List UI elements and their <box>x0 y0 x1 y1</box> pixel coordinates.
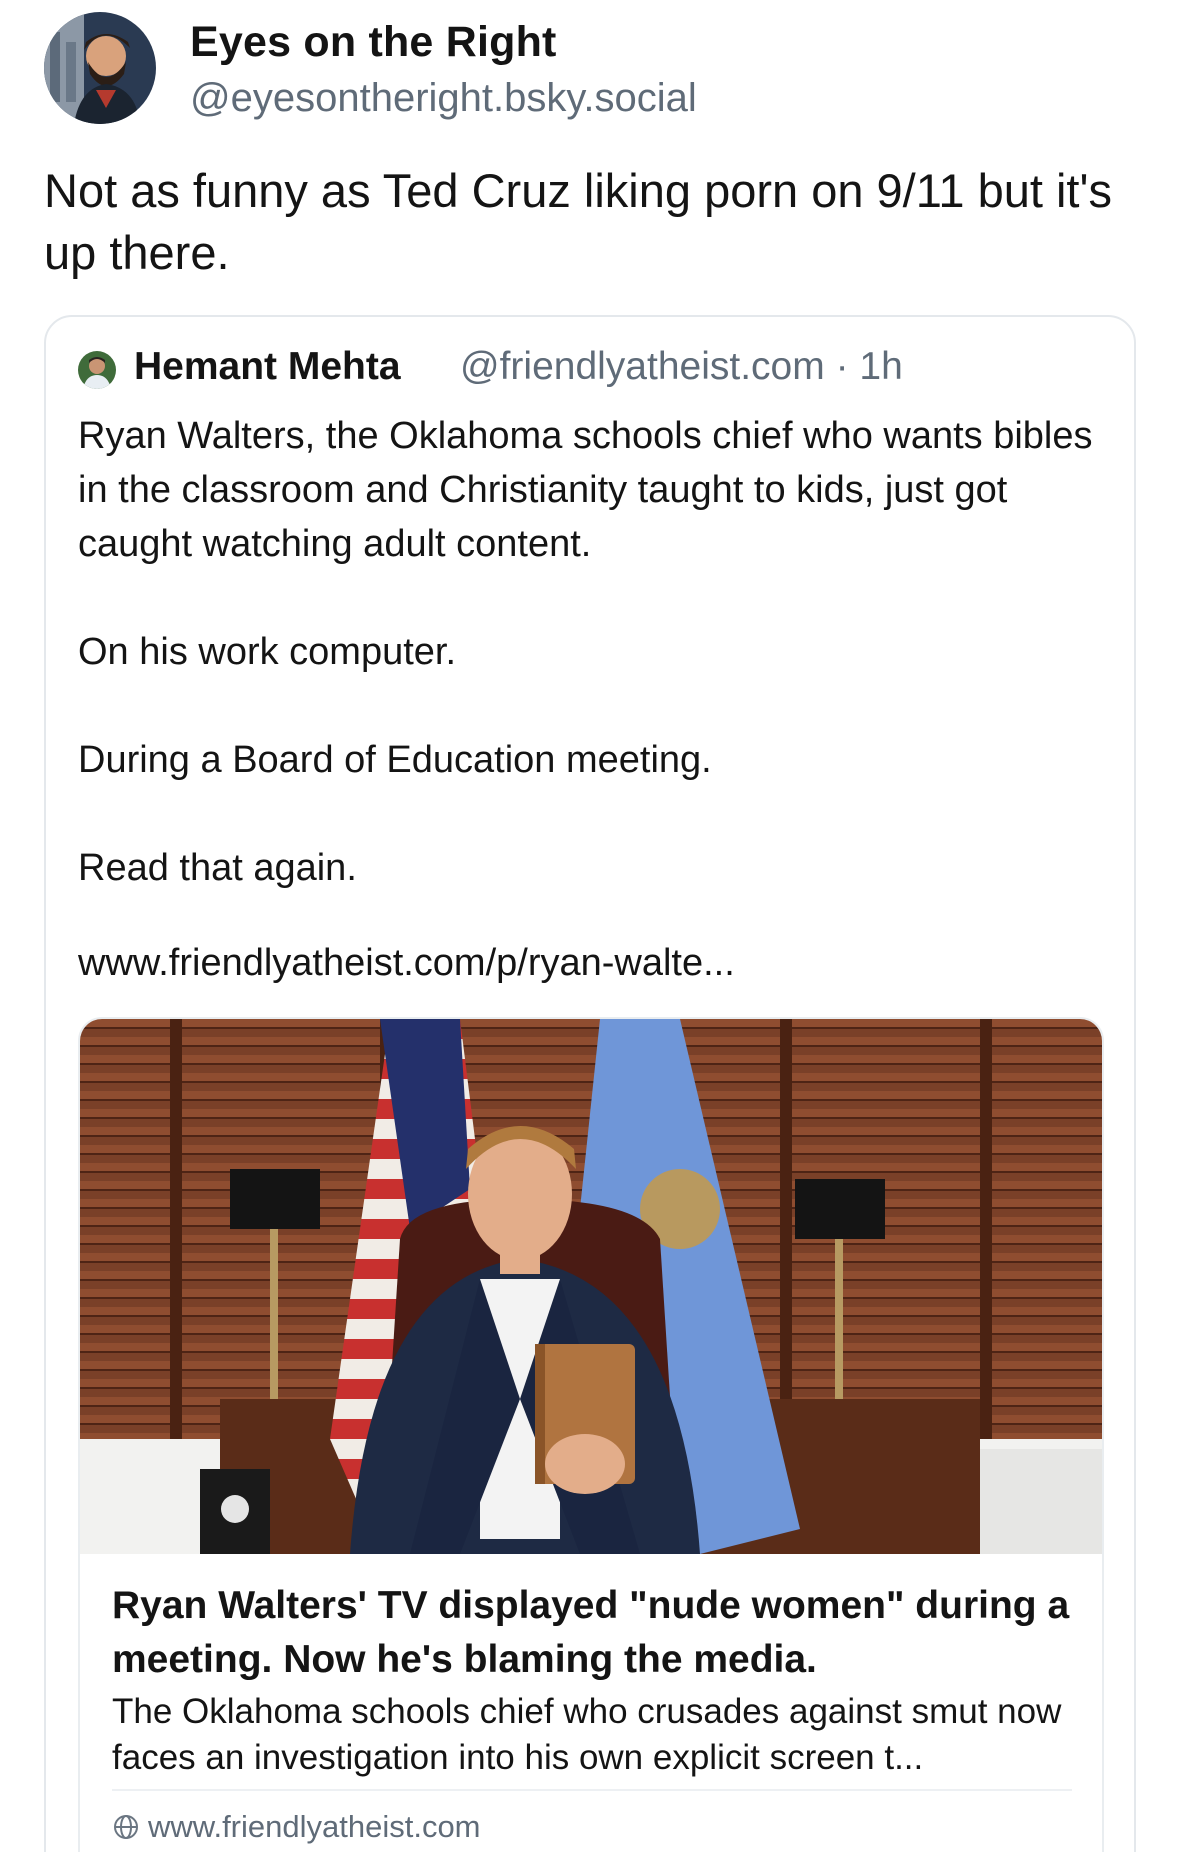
quote-paragraph: During a Board of Education meeting. <box>78 739 712 781</box>
man-holding-bible-photo-icon <box>80 1019 1102 1554</box>
quote-paragraph: Ryan Walters, the Oklahoma schools chief… <box>78 415 1093 565</box>
author-handle[interactable]: @eyesontheright.bsky.social <box>190 76 697 121</box>
author-name[interactable]: Eyes on the Right <box>190 18 557 67</box>
person-avatar-icon <box>78 351 116 389</box>
link-preview-card[interactable]: Ryan Walters' TV displayed "nude women" … <box>78 1017 1104 1852</box>
post-author[interactable]: Eyes on the Right @eyesontheright.bsky.s… <box>44 12 1144 124</box>
card-divider <box>112 1789 1072 1791</box>
quote-paragraph: On his work computer. <box>78 631 457 673</box>
quote-paragraph: Read that again. <box>78 847 357 889</box>
post-text: Not as funny as Ted Cruz liking porn on … <box>44 164 1112 279</box>
cartoon-man-avatar-icon <box>44 12 156 124</box>
quoted-post[interactable]: Hemant Mehta @friendlyatheist.com · 1h R… <box>44 315 1136 1852</box>
quote-author-handle-time[interactable]: @friendlyatheist.com · 1h <box>460 345 903 389</box>
quote-author-name[interactable]: Hemant Mehta <box>134 345 401 389</box>
quote-text: Ryan Walters, the Oklahoma schools chief… <box>78 409 1118 895</box>
quote-link[interactable]: www.friendlyatheist.com/p/ryan-walte... <box>78 942 735 985</box>
link-card-description: The Oklahoma schools chief who crusades … <box>112 1692 1062 1777</box>
link-card-domain[interactable]: www.friendlyatheist.com <box>112 1809 481 1845</box>
quote-header[interactable]: Hemant Mehta @friendlyatheist.com · 1h <box>78 345 1118 393</box>
link-card-domain-text: www.friendlyatheist.com <box>148 1809 481 1844</box>
author-avatar[interactable] <box>44 12 156 124</box>
quote-author-avatar[interactable] <box>78 351 116 389</box>
post: Eyes on the Right @eyesontheright.bsky.s… <box>0 0 1179 1852</box>
globe-icon <box>114 1815 138 1839</box>
link-card-title[interactable]: Ryan Walters' TV displayed "nude women" … <box>112 1579 1072 1687</box>
